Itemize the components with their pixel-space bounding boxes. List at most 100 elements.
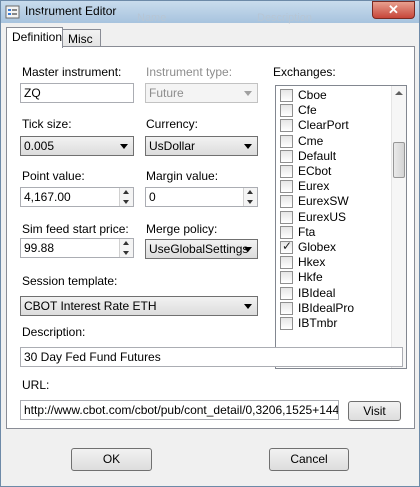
checkbox-icon[interactable] <box>280 286 293 300</box>
exchange-label: IBIdealPro <box>298 300 355 315</box>
list-item[interactable]: Cfe <box>278 103 388 118</box>
sim-feed-start-price-value: 99.88 <box>24 241 55 255</box>
spin-down-icon[interactable] <box>243 197 257 206</box>
sim-feed-start-price-label: Sim feed start price: <box>22 222 129 236</box>
margin-value-label: Margin value: <box>146 169 219 183</box>
point-value-value: 4,167.00 <box>24 190 71 204</box>
session-template-label: Session template: <box>22 274 118 288</box>
instrument-editor-window: Instrument Editor Code Name Description … <box>0 0 420 487</box>
checkbox-icon[interactable] <box>280 301 293 315</box>
exchange-label: Globex <box>298 240 337 254</box>
scroll-up-icon[interactable] <box>395 91 403 95</box>
exchanges-scrollbar[interactable] <box>391 86 406 368</box>
tab-definition[interactable]: Definition <box>6 27 63 48</box>
checkbox-icon[interactable] <box>280 256 293 270</box>
exchanges-list[interactable]: Cboe Cfe ClearPort Cme Default ECbot Eurex Eure… <box>275 85 407 369</box>
point-value-label: Point value: <box>22 169 85 183</box>
list-item[interactable]: Cboe <box>278 88 388 103</box>
list-item[interactable]: Cme <box>278 134 388 149</box>
close-icon: ✕ <box>388 2 399 17</box>
exchange-label: IBTmbr <box>298 316 338 330</box>
title-bar: Instrument Editor Code Name Description … <box>1 1 419 24</box>
checkbox-icon[interactable] <box>280 317 293 330</box>
app-icon <box>5 5 20 19</box>
tick-size-select[interactable]: 0.005 <box>20 136 134 156</box>
spin-up-icon[interactable] <box>119 188 133 197</box>
checkbox-icon[interactable] <box>280 180 293 194</box>
list-item[interactable]: Default <box>278 149 388 164</box>
exchange-label: Cboe <box>298 88 327 102</box>
list-item[interactable]: EurexSW <box>278 194 388 209</box>
currency-value: UsDollar <box>149 139 196 153</box>
exchange-label: Eurex <box>298 179 330 194</box>
checkbox-icon[interactable] <box>280 210 293 224</box>
tick-size-label: Tick size: <box>22 117 72 131</box>
sim-feed-start-price-stepper[interactable]: 99.88 <box>20 238 134 258</box>
session-template-value: CBOT Interest Rate ETH <box>24 299 157 313</box>
exchanges-label: Exchanges: <box>273 65 336 79</box>
point-value-stepper[interactable]: 4,167.00 <box>20 187 134 207</box>
chevron-down-icon <box>244 144 252 149</box>
definition-panel: Master instrument: ZQ Instrument type: F… <box>6 46 415 429</box>
margin-value-value: 0 <box>149 190 156 204</box>
list-item[interactable]: ClearPort <box>278 118 388 133</box>
exchange-label: Hkfe <box>298 270 323 285</box>
description-label: Description: <box>22 325 86 339</box>
spin-up-icon[interactable] <box>119 239 133 248</box>
exchange-label: Default <box>298 148 337 163</box>
list-item[interactable]: Eurex <box>278 179 388 194</box>
checkbox-checked-icon[interactable] <box>280 239 293 254</box>
instrument-type-label: Instrument type: <box>146 65 233 79</box>
url-input[interactable]: http://www.cbot.com/cbot/pub/cont_detail… <box>20 400 339 420</box>
ok-button[interactable]: OK <box>71 448 152 471</box>
checkbox-icon[interactable] <box>280 165 293 178</box>
exchange-label: Cme <box>298 133 324 148</box>
exchange-label: EurexUS <box>298 209 347 224</box>
exchange-label: ClearPort <box>298 118 349 133</box>
merge-policy-select[interactable]: UseGlobalSettings <box>145 239 258 259</box>
description-input[interactable]: 30 Day Fed Fund Futures <box>20 347 403 367</box>
checkbox-icon[interactable] <box>280 195 293 209</box>
spin-up-icon[interactable] <box>243 188 257 197</box>
exchange-label: ECbot <box>298 164 332 178</box>
tab-definition-label: Definition <box>12 30 63 44</box>
checkbox-icon[interactable] <box>280 225 293 239</box>
margin-value-stepper[interactable]: 0 <box>145 187 258 207</box>
cancel-button[interactable]: Cancel <box>269 448 349 471</box>
session-template-select[interactable]: CBOT Interest Rate ETH <box>20 296 258 316</box>
list-item[interactable]: Globex <box>278 239 388 255</box>
list-item[interactable]: Hkfe <box>278 270 388 285</box>
tab-misc-label: Misc <box>68 32 93 46</box>
currency-label: Currency: <box>146 117 199 131</box>
checkbox-icon[interactable] <box>280 271 293 285</box>
spin-down-icon[interactable] <box>119 197 133 206</box>
list-item[interactable]: ECbot <box>278 164 388 179</box>
list-item[interactable]: Fta <box>278 225 388 240</box>
list-item[interactable]: IBTmbr <box>278 316 388 331</box>
scroll-thumb[interactable] <box>393 142 405 178</box>
checkbox-icon[interactable] <box>280 134 293 148</box>
checkbox-icon[interactable] <box>280 149 293 163</box>
checkbox-icon[interactable] <box>280 119 293 133</box>
ok-button-label: OK <box>102 452 121 466</box>
visit-button-label: Visit <box>363 404 386 418</box>
chevron-down-icon <box>244 91 252 96</box>
list-item[interactable]: EurexUS <box>278 210 388 225</box>
currency-select[interactable]: UsDollar <box>145 136 258 156</box>
instrument-type-value: Future <box>149 86 184 100</box>
list-item[interactable]: IBIdealPro <box>278 301 388 316</box>
list-item[interactable]: IBIdeal <box>278 286 388 301</box>
checkbox-icon[interactable] <box>280 104 293 118</box>
master-instrument-input[interactable]: ZQ <box>20 83 134 103</box>
merge-policy-label: Merge policy: <box>146 222 218 236</box>
list-item[interactable]: Hkex <box>278 255 388 270</box>
close-button[interactable]: ✕ <box>372 1 415 19</box>
background-column-description: Description <box>257 12 313 24</box>
exchange-label: Hkex <box>298 255 326 270</box>
checkbox-icon[interactable] <box>280 89 293 102</box>
chevron-down-icon <box>120 144 128 149</box>
exchange-label: IBIdeal <box>298 285 336 300</box>
spin-down-icon[interactable] <box>119 248 133 257</box>
url-label: URL: <box>22 378 50 392</box>
visit-button[interactable]: Visit <box>348 401 401 421</box>
